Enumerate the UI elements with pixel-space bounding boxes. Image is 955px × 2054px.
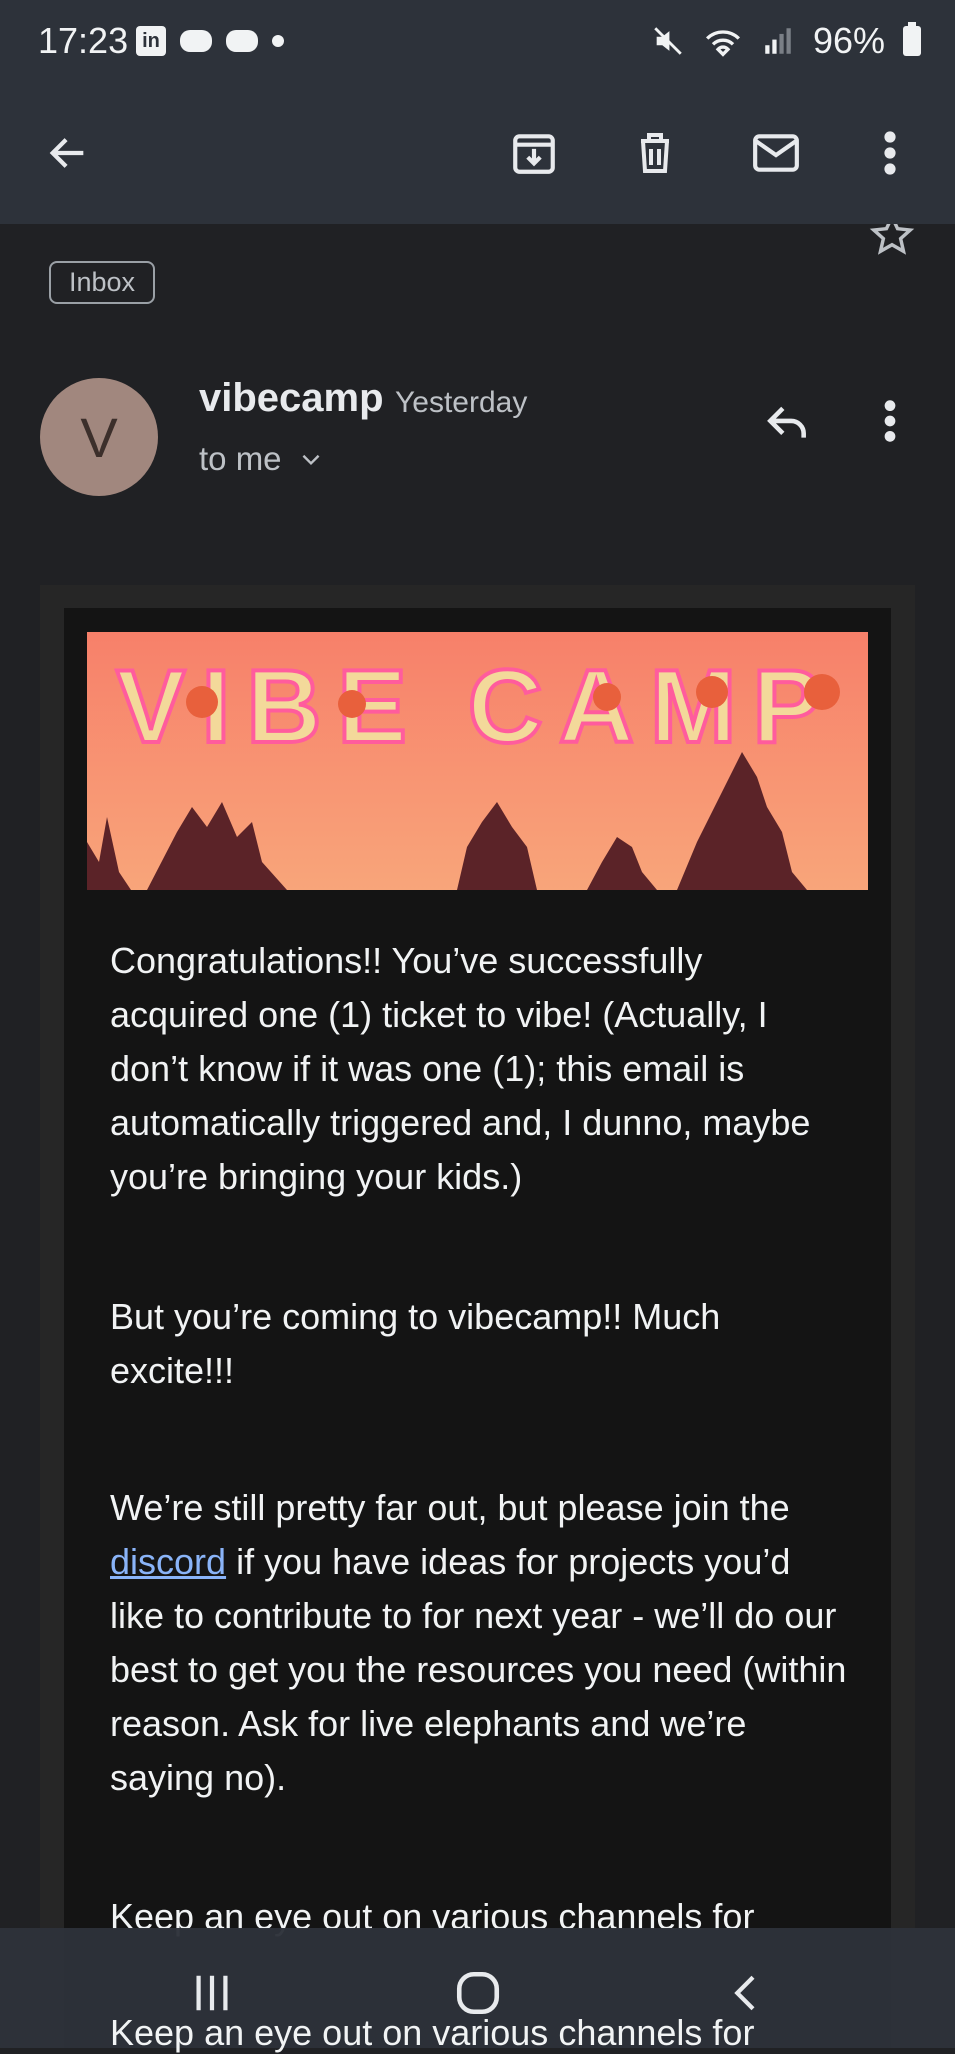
- svg-text:VIBE CAMP: VIBE CAMP: [116, 649, 838, 765]
- linkedin-icon: in: [136, 26, 166, 56]
- wifi-icon: [705, 30, 740, 57]
- battery-icon: [903, 22, 921, 56]
- more-options-button[interactable]: [848, 111, 932, 195]
- avatar[interactable]: V: [40, 378, 158, 496]
- discord-icon: [180, 30, 212, 52]
- delete-button[interactable]: [613, 111, 697, 195]
- status-time: 17:23: [38, 20, 129, 61]
- email-paragraph-1: Congratulations!! You’ve successfully ac…: [110, 940, 811, 1197]
- back-arrow-icon: [49, 138, 84, 168]
- message-more-button[interactable]: [880, 398, 900, 449]
- vibecamp-banner-image: VIBE CAMP: [87, 632, 868, 890]
- mark-unread-button[interactable]: [734, 111, 818, 195]
- delete-icon: [641, 133, 669, 173]
- status-right: 96%: [651, 20, 921, 62]
- back-icon: [734, 1975, 755, 2011]
- inbox-label-chip[interactable]: Inbox: [49, 261, 156, 304]
- more-notifications-dot-icon: [272, 35, 284, 47]
- reply-icon: [767, 406, 806, 438]
- recipient-details[interactable]: to me: [199, 440, 324, 478]
- archive-button[interactable]: [492, 111, 576, 195]
- chevron-down-icon: [302, 454, 319, 466]
- more-vert-icon: [884, 400, 896, 442]
- more-vert-icon: [884, 131, 896, 175]
- email-toolbar: [0, 82, 955, 224]
- back-button[interactable]: [26, 111, 110, 195]
- signal-icon: [765, 28, 791, 54]
- discord-icon-2: [226, 30, 258, 52]
- discord-link[interactable]: discord: [110, 1541, 226, 1582]
- sender-name[interactable]: vibecamp: [199, 376, 384, 421]
- home-icon: [456, 1971, 500, 2015]
- email-paragraph-2: But you’re coming to vibecamp!! Much exc…: [110, 1296, 721, 1391]
- mute-icon: [654, 27, 682, 55]
- recent-apps-icon: [196, 1975, 228, 2011]
- recipient-label: to me: [199, 440, 282, 477]
- paragraph-3-intro: We’re still pretty far out, but please j…: [110, 1487, 790, 1528]
- email-paragraph-3: We’re still pretty far out, but please j…: [110, 1481, 850, 1805]
- archive-icon: [513, 134, 555, 174]
- message-date: Yesterday: [395, 386, 528, 419]
- battery-percent: 96%: [812, 20, 885, 61]
- status-bar: 17:23 in 96%: [0, 0, 955, 82]
- notification-icons: in: [136, 26, 284, 56]
- reply-button[interactable]: [762, 398, 812, 453]
- mark-unread-icon: [753, 134, 799, 172]
